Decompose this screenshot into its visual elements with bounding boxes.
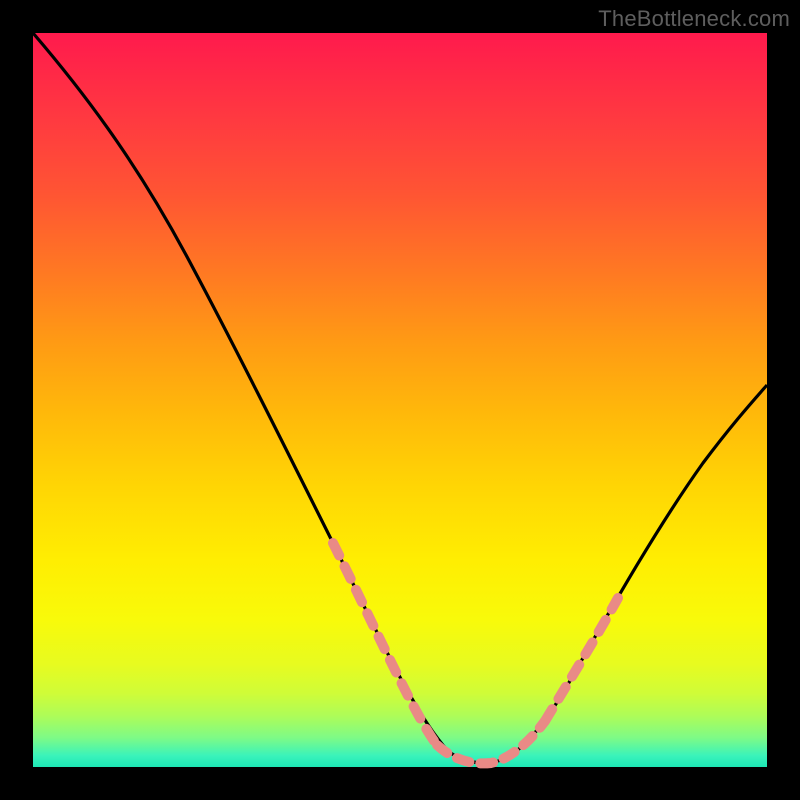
bottleneck-curve-path	[33, 33, 767, 763]
highlight-left	[333, 543, 437, 745]
bottleneck-curve-svg	[33, 33, 767, 767]
watermark-text: TheBottleneck.com	[598, 6, 790, 32]
plot-area	[33, 33, 767, 767]
chart-container: TheBottleneck.com	[0, 0, 800, 800]
highlight-valley	[437, 721, 545, 763]
